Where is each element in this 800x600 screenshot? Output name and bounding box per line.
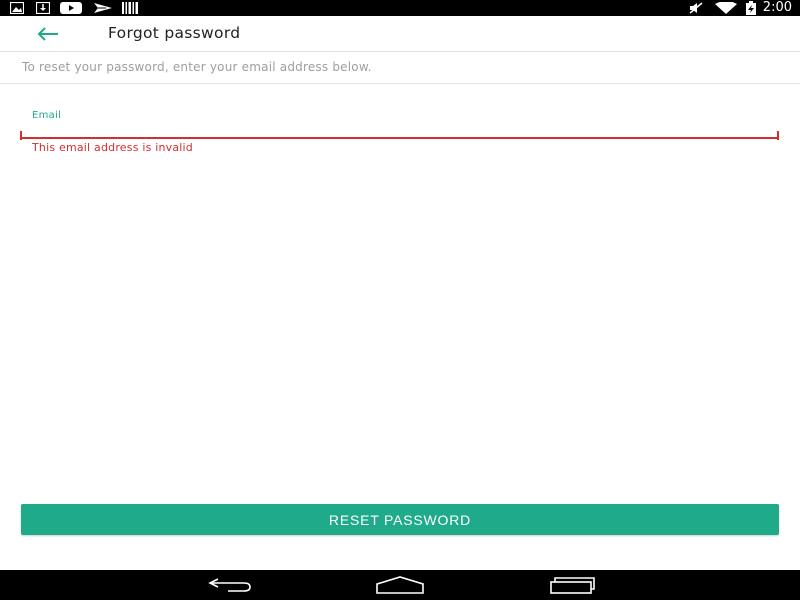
nav-recents-button[interactable] xyxy=(547,574,597,596)
gallery-icon xyxy=(10,2,24,14)
nav-home-button[interactable] xyxy=(375,574,425,596)
instruction-bar: To reset your password, enter your email… xyxy=(0,52,800,84)
arrow-back-icon xyxy=(37,27,58,41)
app-bar: Forgot password xyxy=(0,16,800,52)
reset-password-button[interactable]: RESET PASSWORD xyxy=(21,504,779,535)
download-icon xyxy=(36,2,50,14)
page-title: Forgot password xyxy=(108,24,241,42)
nav-back-button[interactable] xyxy=(204,574,254,596)
youtube-icon xyxy=(60,2,82,14)
email-error-text: This email address is invalid xyxy=(32,141,193,154)
status-bar-notifications xyxy=(0,0,138,16)
instruction-text: To reset your password, enter your email… xyxy=(22,60,372,74)
email-field[interactable] xyxy=(22,122,778,139)
email-label: Email xyxy=(32,110,62,121)
email-field-edge-right xyxy=(777,131,779,140)
status-time: 2:00 xyxy=(762,0,792,15)
navigation-bar xyxy=(0,570,800,600)
barcode-icon xyxy=(122,2,138,14)
back-button[interactable] xyxy=(34,22,62,46)
nav-home-icon xyxy=(376,576,424,594)
send-icon xyxy=(94,3,112,13)
nav-recents-icon xyxy=(550,577,595,594)
nav-back-icon xyxy=(208,578,251,592)
status-bar-system: 2:00 xyxy=(689,0,800,16)
email-field-edge-left xyxy=(20,131,22,140)
status-bar: 2:00 xyxy=(0,0,800,16)
battery-icon xyxy=(745,1,756,15)
mute-icon xyxy=(689,2,703,14)
wifi-icon xyxy=(714,2,737,14)
